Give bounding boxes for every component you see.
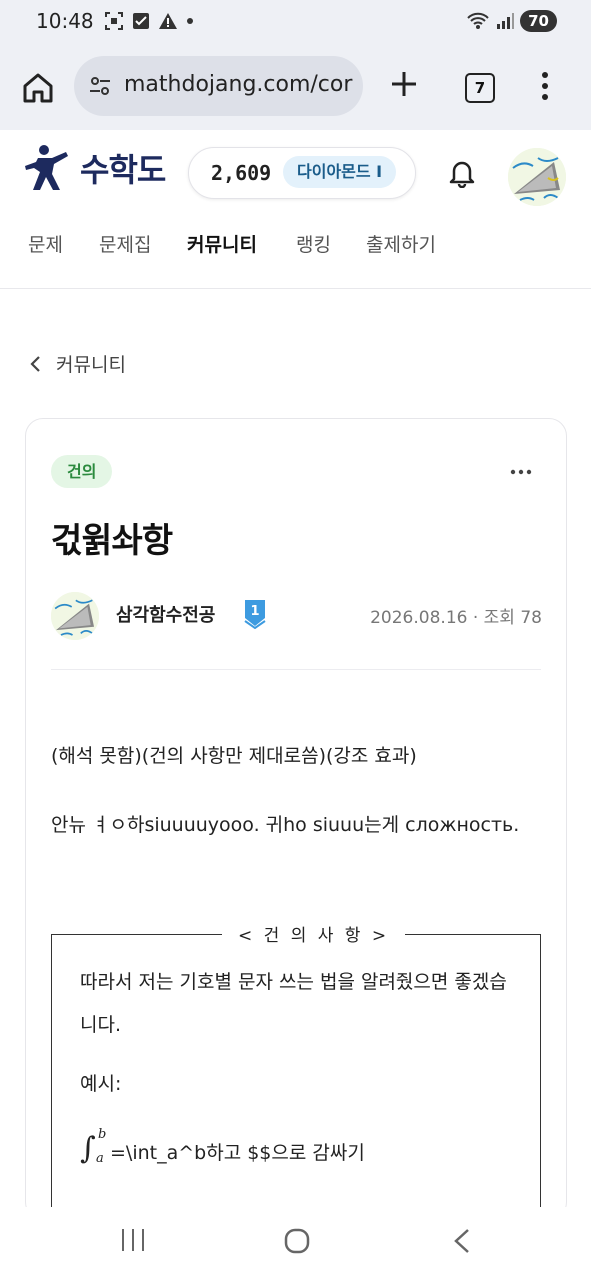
- status-icons-right: 70: [466, 10, 557, 32]
- nav-item-workbooks[interactable]: 문제집: [99, 230, 151, 257]
- back-icon[interactable]: [452, 1227, 472, 1255]
- url-text[interactable]: mathdojang.com/cor: [124, 72, 356, 97]
- status-bar: 10:48 70: [0, 0, 591, 44]
- plus-icon[interactable]: [388, 68, 420, 100]
- home-icon[interactable]: [18, 68, 58, 108]
- nav-item-ranking[interactable]: 랭킹: [296, 230, 331, 257]
- suggestion-box: < 건 의 사 항 > 따라서 저는 기호별 문자 쓰는 법을 알려줬으면 좋겠…: [51, 921, 541, 1236]
- suggestion-line-1: 따라서 저는 기호별 문자 쓰는 법을 알려줬으면 좋겠습니다.: [80, 971, 507, 1036]
- chevron-left-icon[interactable]: [28, 354, 42, 374]
- bell-icon[interactable]: [448, 158, 476, 188]
- logo-text: 수학도: [80, 151, 166, 189]
- meta-separator: ·: [472, 608, 479, 628]
- breadcrumb-label[interactable]: 커뮤니티: [56, 350, 126, 377]
- post-tag: 건의: [51, 455, 113, 488]
- recent-apps-icon[interactable]: [120, 1227, 146, 1253]
- author-avatar[interactable]: [51, 592, 99, 640]
- tabs-icon[interactable]: 7: [465, 73, 495, 103]
- more-vert-icon[interactable]: [540, 70, 550, 102]
- points-pill[interactable]: 2,609 다이아몬드 I: [188, 147, 416, 199]
- status-icons-left: [104, 11, 194, 31]
- post-title: 걳윍솨항: [51, 521, 173, 561]
- tier-badge: 다이아몬드 I: [283, 156, 397, 188]
- signal-icon: [497, 13, 515, 29]
- suggestion-line-3: ∫ b a =\int_a^b하고 $$으로 감싸기: [80, 1127, 365, 1171]
- post-paragraph-2: 안뉴 ㅕㅇ하siuuuuyooo. 귀ho siuuu는게 сложность.: [51, 814, 520, 836]
- checkbox-icon: [133, 13, 149, 29]
- nav-item-problems[interactable]: 문제: [28, 230, 63, 257]
- nav-item-community[interactable]: 커뮤니티: [187, 230, 257, 257]
- post-card: 건의 걳윍솨항 삼각함수전공 1 2026.08.16 · 조회 78 (해석 …: [25, 418, 567, 1236]
- level-badge-icon: 1: [244, 600, 266, 629]
- site-settings-icon[interactable]: [88, 74, 112, 98]
- site-logo[interactable]: 수학도: [24, 144, 166, 192]
- post-views: 조회 78: [483, 608, 542, 628]
- site-header: 수학도 2,609 다이아몬드 I 문제 문제집 커뮤니티 랭킹 출제하기: [0, 130, 591, 289]
- system-nav-bar: [0, 1207, 591, 1280]
- suggestion-legend: < 건 의 사 항 >: [222, 921, 406, 946]
- status-time: 10:48: [36, 9, 94, 33]
- suggestion-line-2: 예시:: [80, 1073, 122, 1095]
- avatar[interactable]: [508, 148, 566, 206]
- breadcrumb[interactable]: 커뮤니티: [28, 350, 126, 377]
- browser-toolbar: mathdojang.com/cor 7: [0, 44, 591, 131]
- wifi-icon: [467, 12, 489, 29]
- divider: [51, 669, 541, 670]
- dot-icon: [187, 18, 193, 24]
- home-circle-icon[interactable]: [283, 1227, 311, 1255]
- screenshot-icon: [105, 12, 123, 30]
- integral-upper: b: [98, 1127, 107, 1142]
- suggestion-line-3-text: =\int_a^b하고 $$으로 감싸기: [110, 1141, 365, 1164]
- integral-symbol: ∫: [80, 1131, 96, 1166]
- author-name[interactable]: 삼각함수전공: [116, 601, 215, 627]
- integral-lower: a: [96, 1151, 104, 1166]
- post-date: 2026.08.16: [370, 608, 468, 628]
- level-badge-number: 1: [250, 604, 259, 619]
- main-nav: 문제 문제집 커뮤니티 랭킹 출제하기: [0, 226, 591, 266]
- battery-icon: 70: [520, 10, 557, 32]
- post-paragraph-1: (해석 못함)(건의 사항만 제대로씀)(강조 효과): [51, 745, 417, 767]
- more-horiz-icon[interactable]: [510, 469, 532, 475]
- logo-fighter-icon: [25, 145, 68, 190]
- post-meta: 2026.08.16 · 조회 78: [370, 603, 542, 628]
- nav-item-create[interactable]: 출제하기: [366, 230, 436, 257]
- points-value: 2,609: [211, 161, 272, 185]
- integral-formula: ∫ b a: [80, 1127, 110, 1171]
- warning-icon: [159, 13, 177, 29]
- address-bar[interactable]: mathdojang.com/cor: [74, 56, 363, 116]
